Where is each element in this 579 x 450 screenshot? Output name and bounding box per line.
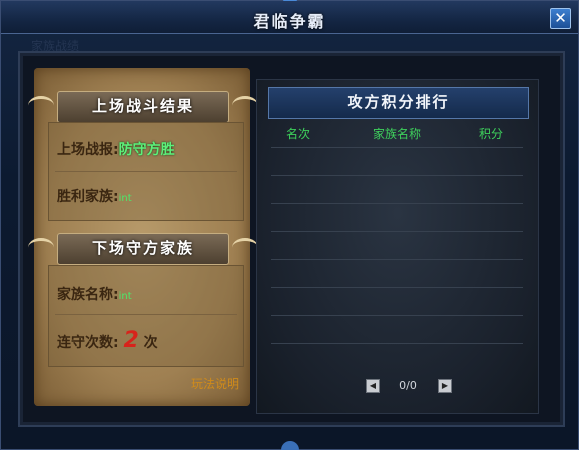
column-rank-header: 名次 — [286, 127, 311, 141]
battle-result-banner: 上场战斗结果 — [28, 91, 258, 123]
winner-row: 胜利家族:int — [57, 186, 132, 206]
table-row — [271, 315, 523, 316]
divider — [55, 171, 237, 172]
window-title: 君临争霸 — [253, 12, 326, 31]
streak-value: 2 — [123, 328, 139, 353]
streak-row: 连守次数: 2 次 — [57, 328, 158, 353]
wing-left-icon — [28, 238, 54, 257]
table-row — [271, 259, 523, 260]
winner-value: int — [118, 193, 132, 204]
prev-page-button[interactable]: ◀ — [366, 379, 380, 393]
family-label: 家族名称: — [57, 287, 119, 303]
bottom-gem-ornament — [281, 441, 299, 450]
table-row — [271, 231, 523, 232]
dialog-window: 君临争霸 ✕ 家族战绩 上场战斗结果 上场战报:防守方胜 胜利家族:int 下场… — [0, 0, 579, 450]
close-button[interactable]: ✕ — [550, 8, 571, 29]
wing-right-icon — [232, 238, 258, 257]
defender-banner: 下场守方家族 — [28, 233, 258, 265]
defender-title: 下场守方家族 — [91, 239, 194, 257]
report-label: 上场战报: — [57, 142, 119, 158]
family-row: 家族名称:int — [57, 284, 132, 304]
column-score-header: 积分 — [479, 127, 504, 141]
table-row — [271, 147, 523, 148]
ranking-title: 攻方积分排行 — [268, 87, 529, 119]
defender-box: 家族名称:int 连守次数: 2 次 — [48, 265, 244, 367]
table-row — [271, 287, 523, 288]
divider — [55, 314, 237, 315]
wing-left-icon — [28, 96, 54, 115]
wing-right-icon — [232, 96, 258, 115]
family-value: int — [118, 291, 132, 302]
streak-unit: 次 — [143, 335, 158, 351]
report-value: 防守方胜 — [118, 142, 175, 158]
table-row — [271, 175, 523, 176]
gameplay-guide-link[interactable]: 玩法说明 — [191, 375, 239, 392]
table-row — [271, 343, 523, 344]
report-row: 上场战报:防守方胜 — [57, 139, 175, 159]
title-bar[interactable]: 君临争霸 ✕ — [1, 1, 578, 34]
table-row — [271, 203, 523, 204]
streak-label: 连守次数: — [57, 335, 119, 351]
next-page-button[interactable]: ▶ — [438, 379, 452, 393]
winner-label: 胜利家族: — [57, 189, 119, 205]
battle-result-title: 上场战斗结果 — [91, 97, 194, 115]
battle-result-box: 上场战报:防守方胜 胜利家族:int — [48, 122, 244, 221]
column-family-header: 家族名称 — [373, 127, 422, 141]
page-indicator: 0/0 — [399, 379, 417, 392]
